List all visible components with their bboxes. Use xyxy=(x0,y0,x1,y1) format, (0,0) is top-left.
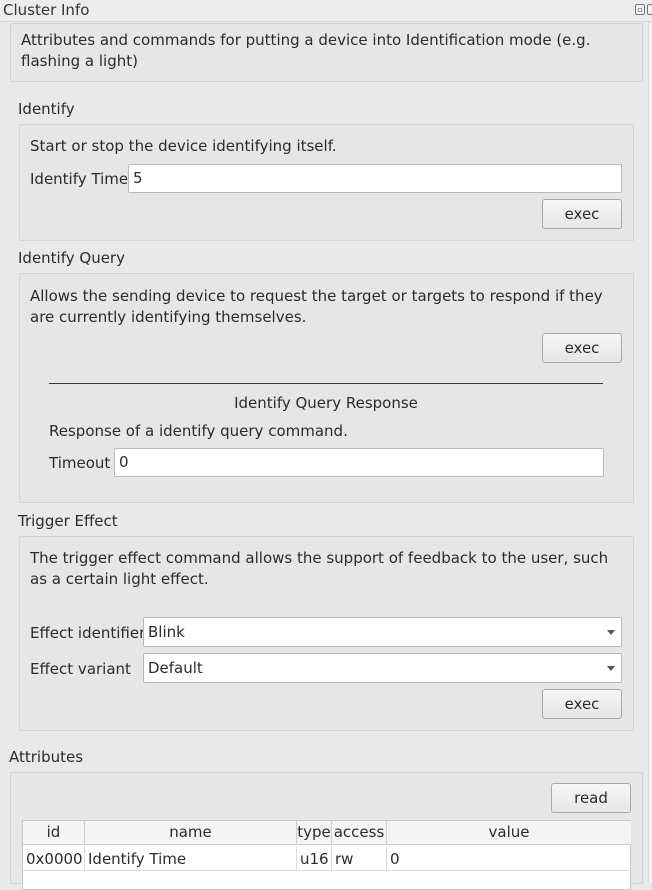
identify-time-input[interactable]: 5 xyxy=(128,164,622,193)
column-header-name[interactable]: name xyxy=(85,821,297,845)
attributes-title: Attributes xyxy=(9,748,84,766)
scrollbar[interactable] xyxy=(648,23,652,882)
attributes-group: read id name type access value 0x0000 Id… xyxy=(10,772,643,890)
column-header-type[interactable]: type xyxy=(297,821,332,845)
column-header-value[interactable]: value xyxy=(387,821,631,845)
table-cell-value[interactable]: 0 xyxy=(387,847,631,871)
divider xyxy=(49,383,603,384)
table-cell-id[interactable]: 0x0000 xyxy=(23,847,85,871)
table-cell-type[interactable]: u16 xyxy=(297,847,332,871)
identify-group: Start or stop the device identifying its… xyxy=(19,124,634,241)
effect-identifier-value: Blink xyxy=(148,623,185,641)
timeout-input[interactable]: 0 xyxy=(114,448,604,477)
trigger-effect-exec-button[interactable]: exec xyxy=(542,689,622,719)
identify-query-title: Identify Query xyxy=(18,249,125,267)
table-cell-name[interactable]: Identify Time xyxy=(85,847,297,871)
trigger-effect-group: The trigger effect command allows the su… xyxy=(19,536,634,731)
cluster-description: Attributes and commands for putting a de… xyxy=(21,31,591,70)
attributes-table: id name type access value 0x0000 Identif… xyxy=(22,820,631,890)
close-icon[interactable] xyxy=(647,4,652,15)
timeout-label: Timeout xyxy=(49,454,111,472)
identify-time-label: Identify Time xyxy=(30,170,129,188)
effect-identifier-select[interactable]: Blink xyxy=(143,617,622,647)
effect-identifier-label: Effect identifier xyxy=(30,624,146,642)
identify-query-response-title: Identify Query Response xyxy=(234,394,418,412)
identify-description: Start or stop the device identifying its… xyxy=(30,137,337,155)
identify-query-response-description: Response of a identify query command. xyxy=(49,422,348,440)
table-cell-access[interactable]: rw xyxy=(332,847,387,871)
identify-query-exec-button[interactable]: exec xyxy=(542,333,622,363)
chevron-down-icon xyxy=(607,666,615,671)
float-icon[interactable]: ▫ xyxy=(635,4,645,15)
column-header-access[interactable]: access xyxy=(332,821,387,845)
cluster-description-box: Attributes and commands for putting a de… xyxy=(10,23,643,82)
trigger-effect-title: Trigger Effect xyxy=(18,512,118,530)
identify-query-description: Allows the sending device to request the… xyxy=(30,287,603,326)
read-button[interactable]: read xyxy=(551,783,631,813)
title-bar: Cluster Info ▫ xyxy=(0,0,652,22)
effect-variant-value: Default xyxy=(148,659,203,677)
identify-query-group: Allows the sending device to request the… xyxy=(19,273,634,503)
effect-variant-label: Effect variant xyxy=(30,660,131,678)
chevron-down-icon xyxy=(607,630,615,635)
window-title: Cluster Info xyxy=(3,1,90,19)
identify-title: Identify xyxy=(18,100,75,118)
effect-variant-select[interactable]: Default xyxy=(143,653,622,683)
trigger-effect-description: The trigger effect command allows the su… xyxy=(30,549,609,588)
identify-exec-button[interactable]: exec xyxy=(542,199,622,229)
column-header-id[interactable]: id xyxy=(23,821,85,845)
